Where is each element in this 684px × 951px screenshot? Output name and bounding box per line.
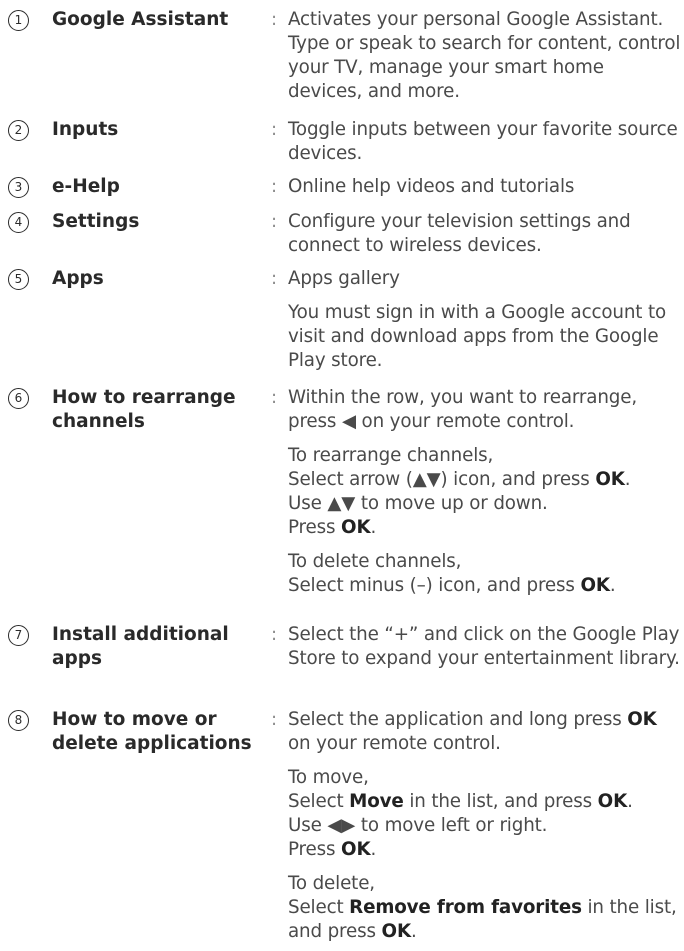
ok-key-label: OK [595,469,625,490]
left-arrow-icon: ◀ [341,411,356,432]
item-description: Select the “+” and click on the Google P… [288,624,680,669]
item-label: How to move or delete applications [52,709,252,754]
separator-colon: : [271,624,278,645]
separator-colon: : [271,176,278,197]
description-paragraph: To move, Select Move in the list, and pr… [288,767,633,860]
item-description: Online help videos and tutorials [288,176,575,197]
description-paragraph: Within the row, you want to rearrange, p… [288,387,637,432]
ok-key-label: OK [341,517,371,538]
ok-key-label: OK [341,839,371,860]
separator-colon: : [271,119,278,140]
up-down-arrows-icon: ▲▼ [327,493,356,514]
up-down-arrows-icon: ▲▼ [412,469,441,490]
item-number-badge: 1 [8,10,29,31]
ok-key-label: OK [597,791,628,812]
description-paragraph: You must sign in with a Google account t… [288,302,667,371]
item-number-badge: 6 [8,388,29,409]
item-label: Settings [52,211,140,232]
item-number-badge: 5 [8,269,29,290]
left-right-arrows-icon: ◀▶ [327,815,356,836]
description-paragraph: To delete, Select Remove from favorites … [288,873,677,942]
item-number-badge: 7 [8,625,29,646]
item-number-badge: 2 [8,120,29,141]
move-option-label: Move [349,791,404,812]
document-page: 1 Google Assistant : Activates your pers… [0,0,684,951]
ok-key-label: OK [627,709,657,730]
item-label: e-Help [52,176,120,197]
item-label: Install additional apps [52,624,229,669]
description-paragraph: To delete channels, Select minus (–) ico… [288,551,616,596]
item-number-badge: 4 [8,212,29,233]
separator-colon: : [271,387,278,408]
item-description: Within the row, you want to rearrange, p… [288,386,683,598]
item-description: Toggle inputs between your favorite sour… [288,119,678,164]
ok-key-label: OK [381,921,412,942]
ok-key-label: OK [580,575,610,596]
description-paragraph: Apps gallery [288,268,400,289]
separator-colon: : [271,211,278,232]
item-label: Inputs [52,119,119,140]
item-description: Apps gallery You must sign in with a Goo… [288,267,683,373]
separator-colon: : [271,709,278,730]
separator-colon: : [271,268,278,289]
separator-colon: : [271,9,278,30]
item-number-badge: 3 [8,177,29,198]
remove-option-label: Remove from favorites [349,897,582,918]
item-number-badge: 8 [8,710,29,731]
item-label: Google Assistant [52,9,229,30]
description-paragraph: To rearrange channels, Select arrow (▲▼)… [288,445,631,538]
item-label: How to rearrange channels [52,387,236,432]
item-description: Activates your personal Google Assistant… [288,9,681,102]
item-label: Apps [52,268,104,289]
item-description: Select the application and long press OK… [288,708,683,944]
item-description: Configure your television settings and c… [288,211,631,256]
description-paragraph: Select the application and long press OK… [288,709,657,754]
